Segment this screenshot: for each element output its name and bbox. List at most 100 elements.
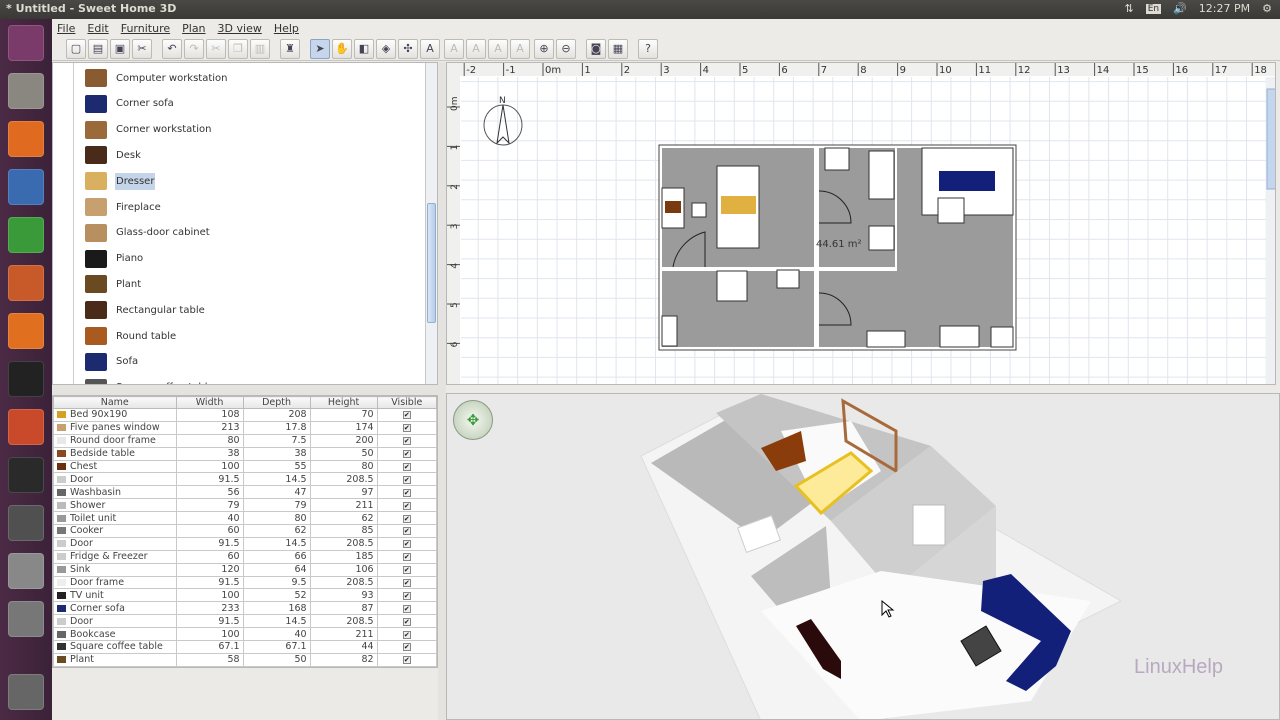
table-row[interactable]: Washbasin 56 47 97 ✔ [53, 485, 438, 500]
catalog-item[interactable]: Plant [85, 273, 142, 295]
visible-checkbox[interactable]: ✔ [402, 579, 411, 588]
amazon-icon[interactable] [8, 361, 44, 397]
column-header-visible[interactable]: Visible [376, 396, 438, 409]
visible-checkbox[interactable]: ✔ [402, 553, 411, 562]
visible-checkbox[interactable]: ✔ [402, 514, 411, 523]
catalog-item[interactable]: Computer workstation [85, 67, 229, 89]
copy-icon[interactable]: ❐ [228, 39, 248, 59]
visible-checkbox[interactable]: ✔ [402, 527, 411, 536]
catalog-item[interactable]: Dresser [85, 170, 156, 192]
catalog-item[interactable]: Piano [85, 248, 144, 270]
table-row[interactable]: Shower 79 79 211 ✔ [53, 498, 438, 513]
cooker[interactable] [824, 147, 850, 171]
table-row[interactable]: Plant 58 50 82 ✔ [53, 652, 438, 667]
catalog-table-splitter[interactable] [52, 385, 438, 395]
bedside-table[interactable] [691, 202, 707, 218]
table-row[interactable]: Corner sofa 233 168 87 ✔ [53, 601, 438, 616]
add-text-icon[interactable]: A [420, 39, 440, 59]
table-row[interactable]: Bed 90x190 108 208 70 ✔ [53, 408, 438, 422]
undo-icon[interactable]: ↶ [162, 39, 182, 59]
volume-icon[interactable]: 🔊 [1173, 2, 1187, 15]
visible-checkbox[interactable]: ✔ [402, 437, 411, 446]
visible-checkbox[interactable]: ✔ [402, 501, 411, 510]
italic-icon[interactable]: A [510, 39, 530, 59]
coffee-table[interactable] [937, 197, 965, 224]
main-splitter[interactable] [438, 62, 446, 720]
catalog-scrollbar[interactable] [425, 63, 437, 384]
text-style-1-icon[interactable]: A [444, 39, 464, 59]
sweet-home-3d-icon[interactable] [8, 553, 44, 589]
firefox-icon[interactable] [8, 121, 44, 157]
create-rooms-icon[interactable]: ◈ [376, 39, 396, 59]
clock[interactable]: 12:27 PM [1199, 2, 1250, 15]
menu-edit[interactable]: Edit [87, 22, 108, 35]
sink[interactable] [868, 150, 895, 200]
catalog-item[interactable]: Corner sofa [85, 93, 175, 115]
column-header-name[interactable]: Name [53, 396, 177, 409]
table-row[interactable]: Bookcase 100 40 211 ✔ [53, 627, 438, 642]
create-video-icon[interactable]: ▦ [608, 39, 628, 59]
table-row[interactable]: Door 91.5 14.5 208.5 ✔ [53, 472, 438, 487]
table-row[interactable]: Cooker 60 62 85 ✔ [53, 524, 438, 538]
column-header-height[interactable]: Height [309, 396, 378, 409]
visible-checkbox[interactable]: ✔ [402, 656, 411, 665]
visible-checkbox[interactable]: ✔ [402, 643, 411, 652]
visible-checkbox[interactable]: ✔ [402, 540, 411, 549]
visible-checkbox[interactable]: ✔ [402, 488, 411, 497]
system-settings-icon[interactable] [8, 409, 44, 445]
open-icon[interactable]: ▤ [88, 39, 108, 59]
preferences-icon[interactable]: ✂ [132, 39, 152, 59]
washbasin[interactable] [776, 269, 800, 289]
create-dimensions-icon[interactable]: ✣ [398, 39, 418, 59]
fridge[interactable] [868, 225, 895, 251]
table-row[interactable]: Door 91.5 14.5 208.5 ✔ [53, 614, 438, 629]
catalog-item[interactable]: Glass-door cabinet [85, 222, 211, 244]
software-center-icon[interactable] [8, 313, 44, 349]
table-row[interactable]: TV unit 100 52 93 ✔ [53, 588, 438, 603]
disk-icon[interactable] [8, 601, 44, 637]
toilet[interactable] [661, 315, 678, 347]
catalog-item[interactable]: Corner workstation [85, 119, 212, 141]
catalog-item[interactable]: Round table [85, 325, 177, 347]
visible-checkbox[interactable]: ✔ [402, 630, 411, 639]
gear-icon[interactable]: ⚙ [1262, 2, 1272, 15]
visible-checkbox[interactable]: ✔ [402, 475, 411, 484]
table-row[interactable]: Door 91.5 14.5 208.5 ✔ [53, 536, 438, 551]
table-row[interactable]: Square coffee table 67.1 67.1 44 ✔ [53, 640, 438, 654]
visible-checkbox[interactable]: ✔ [402, 604, 411, 613]
new-icon[interactable]: ▢ [66, 39, 86, 59]
table-row[interactable]: Door frame 91.5 9.5 208.5 ✔ [53, 575, 438, 590]
visible-checkbox[interactable]: ✔ [402, 617, 411, 626]
scroll-thumb[interactable] [427, 203, 436, 323]
menu-furniture[interactable]: Furniture [121, 22, 170, 35]
plant[interactable] [990, 326, 1014, 348]
table-row[interactable]: Fridge & Freezer 60 66 185 ✔ [53, 549, 438, 564]
column-header-depth[interactable]: Depth [242, 396, 311, 409]
table-row[interactable]: Five panes window 213 17.8 174 ✔ [53, 420, 438, 435]
column-header-width[interactable]: Width [175, 396, 244, 409]
software-updater-icon[interactable] [8, 505, 44, 541]
table-row[interactable]: Bedside table 38 38 50 ✔ [53, 446, 438, 461]
table-row[interactable]: Round door frame 80 7.5 200 ✔ [53, 433, 438, 448]
table-row[interactable]: Chest 100 55 80 ✔ [53, 459, 438, 474]
zoom-in-icon[interactable]: ⊕ [534, 39, 554, 59]
create-photo-icon[interactable]: ◙ [586, 39, 606, 59]
furniture-catalog-tree[interactable]: Computer workstation Corner sofa Corner wo… [52, 62, 438, 385]
keyboard-indicator[interactable]: En [1145, 3, 1162, 14]
catalog-item[interactable]: Desk [85, 144, 142, 166]
visible-checkbox[interactable]: ✔ [402, 424, 411, 433]
visible-checkbox[interactable]: ✔ [402, 411, 411, 420]
bed-frame[interactable] [721, 196, 756, 214]
catalog-item[interactable]: Square coffee table [85, 377, 215, 384]
cut-icon[interactable]: ✂ [206, 39, 226, 59]
menu-help[interactable]: Help [274, 22, 299, 35]
save-icon[interactable]: ▣ [110, 39, 130, 59]
create-walls-icon[interactable]: ◧ [354, 39, 374, 59]
help-icon[interactable]: ? [638, 39, 658, 59]
terminal-icon[interactable] [8, 457, 44, 493]
redo-icon[interactable]: ↷ [184, 39, 204, 59]
impress-icon[interactable] [8, 265, 44, 301]
catalog-item[interactable]: Sofa [85, 351, 139, 373]
zoom-out-icon[interactable]: ⊖ [556, 39, 576, 59]
calc-icon[interactable] [8, 217, 44, 253]
